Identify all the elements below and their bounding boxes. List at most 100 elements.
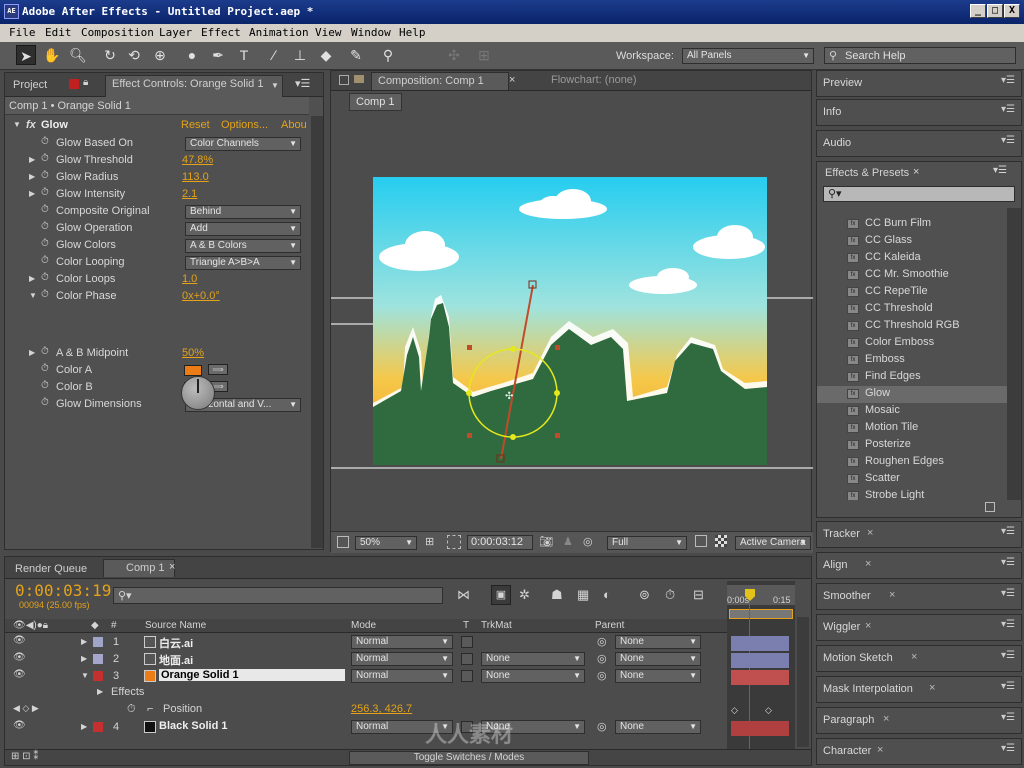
- effect-list-item[interactable]: fx Roughen Edges: [847, 454, 1007, 471]
- puppet-pin-tool-icon[interactable]: ⚲: [378, 45, 398, 65]
- panel-menu-icon[interactable]: ▾☰: [1001, 681, 1015, 692]
- menu-edit[interactable]: Edit: [45, 26, 72, 39]
- stopwatch-icon[interactable]: ⏱: [41, 380, 49, 391]
- trkmat-dropdown[interactable]: None: [481, 669, 585, 683]
- resolution-dropdown[interactable]: Full: [607, 536, 687, 550]
- side-panel[interactable]: Smoother × ▾☰: [816, 583, 1022, 610]
- motion-blur-icon[interactable]: ◐: [603, 587, 611, 602]
- transparency-grid-icon[interactable]: [715, 535, 727, 547]
- stopwatch-icon[interactable]: ⏱: [41, 363, 49, 374]
- menu-effect[interactable]: Effect: [201, 26, 241, 39]
- preview-tab[interactable]: Preview: [823, 77, 862, 89]
- snapshot-icon[interactable]: 📷︎: [539, 535, 553, 548]
- info-panel[interactable]: Info ▾☰: [816, 99, 1022, 126]
- effects-search-input[interactable]: ⚲▾: [823, 186, 1015, 202]
- property-value[interactable]: 47.8%: [182, 154, 213, 166]
- panel-menu-icon[interactable]: ▾☰: [1001, 557, 1015, 568]
- tab-timeline-comp[interactable]: Comp 1: [103, 559, 175, 577]
- eyedropper-icon[interactable]: ⟹: [208, 364, 228, 375]
- menu-file[interactable]: File: [9, 26, 36, 39]
- keyframe-nav-icon[interactable]: ◀ ◇ ▶: [13, 703, 39, 714]
- camera-dropdown[interactable]: Active Camera: [735, 536, 811, 550]
- stopwatch-icon[interactable]: ⏱: [41, 272, 49, 283]
- panel-menu-icon[interactable]: ▾☰: [1001, 526, 1015, 537]
- visibility-eye-icon[interactable]: 👁︎: [13, 669, 26, 680]
- property-dropdown[interactable]: Color Channels: [185, 137, 301, 151]
- effect-list-item[interactable]: fx Strobe Light: [847, 488, 1007, 500]
- parent-pickwhip-icon[interactable]: ◎: [597, 720, 607, 733]
- keyframe-1-icon[interactable]: ◇: [731, 705, 738, 716]
- clone-stamp-tool-icon[interactable]: ⊥: [290, 45, 310, 65]
- property-value[interactable]: 2.1: [182, 188, 197, 200]
- side-panel-tab[interactable]: Wiggler: [823, 621, 860, 633]
- position-value[interactable]: 256.3, 426.7: [351, 703, 412, 715]
- stopwatch-icon[interactable]: ⏱: [41, 153, 49, 164]
- tab-flowchart[interactable]: Flowchart: (none): [545, 72, 643, 90]
- region-of-interest-icon[interactable]: [695, 535, 707, 547]
- label-color-swatch[interactable]: [93, 671, 103, 681]
- menu-composition[interactable]: Composition: [81, 26, 154, 39]
- footer-icons[interactable]: ⊞ ⊡ ⁑: [11, 751, 38, 762]
- property-value[interactable]: 0x+0.0°: [182, 290, 220, 302]
- timeline-graph-area[interactable]: 0:00s 0:15 ◇ ◇: [727, 581, 795, 765]
- effect-list-item[interactable]: fx CC RepeTile: [847, 284, 1007, 301]
- effects-menu-icon[interactable]: ▾☰: [993, 165, 1007, 176]
- panel-menu-icon[interactable]: ▾☰: [1001, 619, 1015, 630]
- time-ruler[interactable]: 0:00s 0:15: [727, 585, 795, 605]
- expand-layer-icon[interactable]: ▶: [81, 637, 87, 646]
- side-panel[interactable]: Wiggler × ▾☰: [816, 614, 1022, 641]
- search-help-field[interactable]: ⚲ Search Help: [824, 47, 1016, 64]
- visibility-eye-icon[interactable]: 👁︎: [13, 720, 26, 731]
- preview-panel[interactable]: Preview ▾☰: [816, 70, 1022, 97]
- effect-list-item[interactable]: fx Glow: [817, 386, 1007, 403]
- tab-dropdown-icon[interactable]: ▼: [271, 81, 279, 90]
- stopwatch-icon[interactable]: ⏱: [41, 136, 49, 147]
- timeline-scrollbar[interactable]: [797, 617, 809, 747]
- expand-triangle-icon[interactable]: ▶: [29, 274, 35, 283]
- hide-shy-icon[interactable]: ☗: [551, 587, 563, 603]
- parent-dropdown[interactable]: None: [615, 720, 701, 734]
- preserve-transparency-checkbox[interactable]: [461, 670, 473, 682]
- menu-window[interactable]: Window: [351, 26, 391, 39]
- effect-list-item[interactable]: fx Posterize: [847, 437, 1007, 454]
- property-dropdown[interactable]: Behind: [185, 205, 301, 219]
- audio-menu-icon[interactable]: ▾☰: [1001, 135, 1015, 146]
- expand-layer-icon[interactable]: ▶: [81, 654, 87, 663]
- effects-presets-tab[interactable]: Effects & Presets: [825, 167, 909, 179]
- side-panel[interactable]: Paragraph × ▾☰: [816, 707, 1022, 734]
- stopwatch-icon[interactable]: ⏱: [41, 255, 49, 266]
- layer-duration-bar[interactable]: [731, 721, 789, 736]
- tab-project[interactable]: Project: [7, 77, 53, 95]
- tab-composition[interactable]: Composition: Comp 1: [371, 72, 509, 90]
- workspace-dropdown[interactable]: All Panels: [682, 48, 814, 64]
- hand-tool-icon[interactable]: ✋: [42, 45, 62, 65]
- mask-visibility-icon[interactable]: [447, 535, 461, 549]
- visibility-eye-icon[interactable]: 👁︎: [13, 635, 26, 646]
- menu-animation[interactable]: Animation: [249, 26, 309, 39]
- parent-dropdown[interactable]: None: [615, 635, 701, 649]
- about-link[interactable]: Abou: [281, 119, 307, 131]
- property-dropdown[interactable]: Add: [185, 222, 301, 236]
- effect-list-item[interactable]: fx Motion Tile: [847, 420, 1007, 437]
- preserve-transparency-checkbox[interactable]: [461, 653, 473, 665]
- expand-triangle-icon[interactable]: ▼: [29, 291, 37, 300]
- layer-row[interactable]: 👁︎▶4Black Solid 1NormalNone◎None: [5, 719, 727, 736]
- layer-name[interactable]: Orange Solid 1: [159, 669, 345, 681]
- side-panel-tab[interactable]: Character: [823, 745, 871, 757]
- side-panel[interactable]: Character × ▾☰: [816, 738, 1022, 765]
- effect-list-item[interactable]: fx CC Burn Film: [847, 216, 1007, 233]
- expand-layer-icon[interactable]: ▼: [81, 671, 89, 680]
- side-panel-tab[interactable]: Paragraph: [823, 714, 874, 726]
- close-panel-icon[interactable]: ×: [929, 682, 935, 694]
- close-button[interactable]: X: [1004, 4, 1020, 18]
- eraser-tool-icon[interactable]: ◆: [316, 45, 336, 65]
- side-panel-tab[interactable]: Tracker: [823, 528, 860, 540]
- side-panel-tab[interactable]: Motion Sketch: [823, 652, 893, 664]
- safe-margins-icon[interactable]: ⊞: [425, 535, 434, 548]
- pan-behind-tool-icon[interactable]: ⊕: [150, 45, 170, 65]
- panel-menu-icon[interactable]: ▾☰: [1001, 650, 1015, 661]
- timeline-search-input[interactable]: ⚲▾: [113, 587, 443, 604]
- world-axis-icon[interactable]: ⊞: [474, 45, 494, 65]
- color-swatch[interactable]: [184, 365, 202, 376]
- property-value[interactable]: 1.0: [182, 273, 197, 285]
